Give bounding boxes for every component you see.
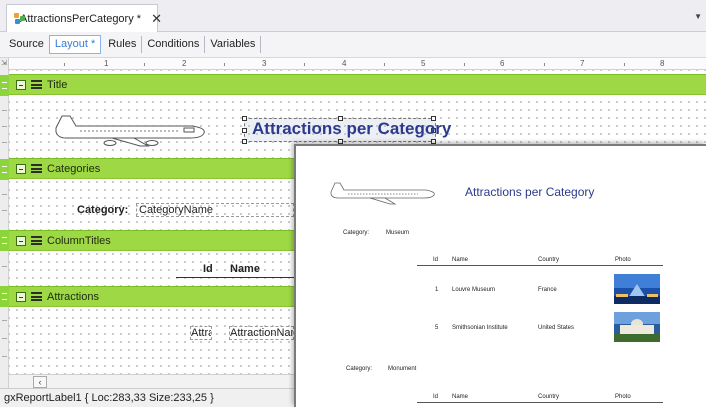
ruler-mark: 7 (580, 59, 585, 68)
band-lines-icon (31, 164, 42, 173)
report-title-label[interactable]: Attractions per Category (252, 119, 451, 139)
band-title[interactable]: Title (9, 74, 706, 95)
ruler-mark: 6 (500, 59, 505, 68)
scroll-left-icon[interactable]: ‹ (33, 376, 47, 388)
preview-category-value: Museum (386, 230, 410, 236)
preview-header-name: Name (452, 394, 469, 400)
preview-photo-smithsonian (614, 312, 660, 342)
band-lines-icon (31, 292, 42, 301)
collapse-icon[interactable] (16, 79, 26, 90)
band-lines-icon (31, 80, 42, 89)
band-column-titles-label: ColumnTitles (47, 234, 111, 247)
attraction-id-field[interactable]: Attra (190, 326, 212, 340)
preview-category-label: Category: (346, 366, 373, 372)
close-icon[interactable]: ✕ (151, 11, 162, 27)
preview-header-underline (417, 265, 663, 266)
ruler-unit-icon: ⇲ (0, 58, 9, 70)
preview-airplane-image (330, 182, 435, 205)
preview-header-name: Name (452, 257, 469, 263)
report-preview-window[interactable]: Attractions per Category Category: Museu… (294, 144, 706, 407)
airplane-image[interactable] (52, 110, 208, 150)
preview-category-label: Category: (343, 230, 370, 236)
tab-conditions[interactable]: Conditions (142, 36, 206, 53)
column-name-header[interactable]: Name (230, 263, 260, 275)
tab-source[interactable]: Source (4, 36, 49, 53)
status-bar: gxReportLabel1 { Loc:283,33 Size:233,25 … (0, 388, 294, 407)
preview-row-name: Smithsonian Institute (452, 325, 508, 331)
attraction-name-field[interactable]: AttractionName (229, 326, 294, 340)
document-tab-title: AttractionsPerCategory * (20, 12, 142, 25)
tab-layout[interactable]: Layout * (48, 35, 102, 54)
document-tab[interactable]: AttractionsPerCategory * ✕ (6, 4, 162, 32)
horizontal-scrollbar[interactable]: ‹ (9, 374, 294, 388)
ruler-mark: 2 (182, 59, 187, 68)
preview-photo-louvre (614, 274, 660, 304)
column-id-header[interactable]: Id (203, 263, 213, 275)
preview-row-country: France (538, 287, 557, 293)
preview-row-country: United States (538, 325, 575, 331)
band-gutter (0, 70, 9, 388)
collapse-icon[interactable] (16, 163, 26, 174)
column-titles-underline (176, 277, 294, 278)
ruler-mark: 1 (104, 59, 109, 68)
horizontal-ruler: ⇲ 1 2 3 4 5 6 7 8 (0, 58, 706, 70)
collapse-icon[interactable] (16, 291, 26, 302)
preview-row-id: 5 (435, 325, 439, 331)
preview-header-country: Country (538, 394, 560, 400)
preview-category-value: Monument (388, 366, 417, 372)
preview-row-name: Louvre Museum (452, 287, 496, 293)
band-title-label: Title (47, 78, 68, 91)
tab-variables[interactable]: Variables (205, 36, 262, 53)
preview-header-id: Id (433, 257, 439, 263)
preview-header-photo: Photo (615, 257, 631, 263)
ruler-mark: 3 (262, 59, 267, 68)
preview-header-photo: Photo (615, 394, 631, 400)
ruler-mark: 4 (342, 59, 347, 68)
document-tab-strip: AttractionsPerCategory * ✕ ▼ (0, 0, 706, 32)
category-name-field[interactable]: CategoryName (136, 203, 294, 217)
tab-list-dropdown-icon[interactable]: ▼ (694, 12, 702, 21)
preview-row-id: 1 (435, 287, 439, 293)
preview-header-id: Id (433, 394, 439, 400)
band-attractions-label: Attractions (47, 290, 99, 303)
collapse-icon[interactable] (16, 235, 26, 246)
ruler-mark: 8 (660, 59, 665, 68)
band-lines-icon (31, 236, 42, 245)
tab-rules[interactable]: Rules (103, 36, 143, 53)
ruler-mark: 5 (421, 59, 426, 68)
part-tabs: Source Layout * Rules Conditions Variabl… (0, 32, 706, 58)
preview-header-country: Country (538, 257, 560, 263)
preview-header-underline (417, 402, 663, 403)
preview-title: Attractions per Category (465, 185, 595, 199)
band-categories-label: Categories (47, 162, 101, 175)
category-label[interactable]: Category: (77, 204, 128, 216)
